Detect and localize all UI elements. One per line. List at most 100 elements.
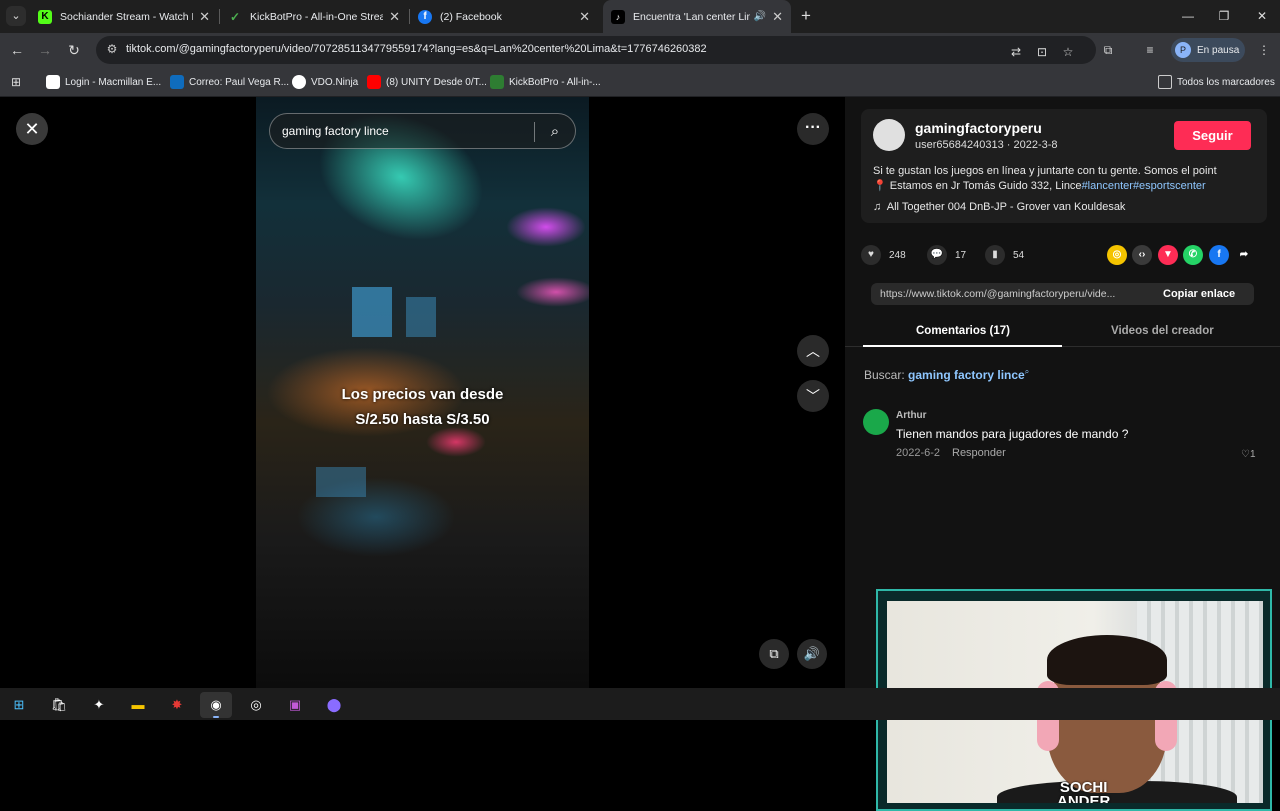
extensions-icon[interactable]: ⧉ xyxy=(1100,42,1116,58)
audio-playing-icon[interactable]: 🔊 xyxy=(754,11,766,22)
music-line[interactable]: ♫ All Together 004 DnB-JP - Grover van K… xyxy=(873,201,1125,213)
url-text[interactable]: tiktok.com/@gamingfactoryperu/video/7072… xyxy=(126,43,707,55)
tab-title: KickBotPro - All-in-One Stream xyxy=(250,10,384,23)
close-video-button[interactable]: ✕ xyxy=(16,113,48,145)
tab-close-icon[interactable]: ✕ xyxy=(199,9,210,25)
tab-close-icon[interactable]: ✕ xyxy=(389,9,400,25)
embed-icon[interactable]: ‹› xyxy=(1132,245,1152,265)
obs-icon[interactable]: ◎ xyxy=(240,692,272,718)
chrome-taskbar-icon[interactable]: ◉ xyxy=(200,692,232,718)
tab-facebook[interactable]: f (2) Facebook ✕ xyxy=(410,0,598,33)
tab-comments[interactable]: Comentarios (17) xyxy=(916,325,1010,337)
minimize-button[interactable]: — xyxy=(1170,0,1206,33)
comment-author[interactable]: Arthur xyxy=(896,410,927,421)
translate-icon[interactable]: ⇄ xyxy=(1008,44,1024,60)
tab-kickbotpro[interactable]: ✓ KickBotPro - All-in-One Stream ✕ xyxy=(220,0,408,33)
logo-line: SOCHI xyxy=(1059,779,1108,796)
post-link[interactable]: https://www.tiktok.com/@gamingfactoryper… xyxy=(880,288,1145,300)
volume-button[interactable]: 🔊 xyxy=(797,639,827,669)
suggestion-query[interactable]: gaming factory lince xyxy=(908,368,1025,382)
browser-chrome: ⌄ K Sochiander Stream - Watch Liv ✕ ✓ Ki… xyxy=(0,0,1280,97)
caption-line: S/2.50 hasta S/3.50 xyxy=(355,411,490,428)
new-tab-button[interactable]: + xyxy=(796,6,816,26)
tab-search-button[interactable]: ⌄ xyxy=(6,6,26,26)
avatar[interactable] xyxy=(863,409,889,435)
hashtag-esportscenter[interactable]: #esportscenter xyxy=(1133,180,1206,192)
site-info-icon[interactable]: ⚙ xyxy=(104,42,120,58)
back-button[interactable]: ← xyxy=(8,41,26,59)
username[interactable]: gamingfactoryperu xyxy=(915,120,1042,136)
windows-start-icon[interactable]: ⊞ xyxy=(3,692,35,718)
music-title: All Together 004 DnB-JP - Grover van Kou… xyxy=(886,201,1126,213)
media-control-icon[interactable]: ≡ xyxy=(1142,42,1158,58)
picture-in-picture-button[interactable]: ⧉ xyxy=(759,639,789,669)
like-count: 248 xyxy=(889,249,906,261)
search-small-icon: ⌕ xyxy=(1024,367,1030,376)
tab-close-icon[interactable]: ✕ xyxy=(579,9,590,25)
bookmark-correo[interactable]: Correo: Paul Vega R... xyxy=(170,74,289,90)
app-icon[interactable]: ✸ xyxy=(161,692,193,718)
search-icon[interactable]: ⌕ xyxy=(544,121,566,143)
tab-tiktok-active[interactable]: ♪ Encuentra 'Lan center Lima 🔊 ✕ xyxy=(603,0,791,33)
whatsapp-icon[interactable]: ✆ xyxy=(1183,245,1203,265)
comment-button[interactable]: 💬 17 xyxy=(927,243,966,267)
bookmarks-bar: ⊞ Login - Macmillan E... Correo: Paul Ve… xyxy=(0,67,1280,97)
caption-line: Los precios van desde xyxy=(341,386,504,403)
bookmark-label: Correo: Paul Vega R... xyxy=(189,76,290,88)
reload-button[interactable]: ↻ xyxy=(65,41,83,59)
post-description: Si te gustan los juegos en línea y junta… xyxy=(873,164,1258,194)
suggestion-prefix: Buscar: xyxy=(864,368,905,382)
kickbotpro-icon xyxy=(490,75,504,89)
install-app-icon[interactable]: ⊡ xyxy=(1034,44,1050,60)
search-input[interactable]: gaming factory lince xyxy=(282,124,389,138)
video-search-bar[interactable]: gaming factory lince ⌕ xyxy=(269,113,576,149)
tab-close-icon[interactable]: ✕ xyxy=(772,9,783,25)
profile-status: En pausa xyxy=(1197,44,1240,56)
copy-link-button[interactable]: Copiar enlace xyxy=(1163,288,1235,300)
app-icon-3[interactable]: ⬤ xyxy=(318,692,350,718)
profile-button[interactable]: P En pausa xyxy=(1171,38,1245,62)
apps-grid-icon[interactable]: ⊞ xyxy=(8,74,24,90)
vdo-ninja-icon xyxy=(292,75,306,89)
previous-video-button[interactable]: ︿ xyxy=(797,335,829,367)
copilot-icon[interactable]: ✦ xyxy=(83,692,115,718)
more-options-button[interactable]: ··· xyxy=(797,113,829,145)
facebook-share-icon[interactable]: f xyxy=(1209,245,1229,265)
forward-button[interactable]: → xyxy=(36,41,54,59)
restore-button[interactable]: ❐ xyxy=(1206,0,1242,33)
bookmark-macmillan[interactable]: Login - Macmillan E... xyxy=(46,74,161,90)
tab-kick[interactable]: K Sochiander Stream - Watch Liv ✕ xyxy=(30,0,218,33)
avatar[interactable] xyxy=(873,119,905,151)
share-arrow-icon[interactable]: ➦ xyxy=(1234,245,1254,265)
bookmark-label: KickBotPro - All-in-... xyxy=(509,76,601,88)
bookmark-unity[interactable]: (8) UNITY Desde 0/T... xyxy=(367,74,487,90)
store-icon[interactable]: 🛍 xyxy=(43,692,75,718)
reply-button[interactable]: Responder xyxy=(952,447,1006,459)
next-video-button[interactable]: ﹀ xyxy=(797,380,829,412)
file-explorer-icon[interactable]: ▬ xyxy=(122,692,154,718)
save-button[interactable]: ▮ 54 xyxy=(985,243,1024,267)
comment-like-button[interactable]: ♡1 xyxy=(1241,449,1256,460)
send-icon[interactable]: ▼ xyxy=(1158,245,1178,265)
kick-favicon-icon: K xyxy=(38,9,52,24)
video-frame xyxy=(352,287,392,337)
facebook-favicon-icon: f xyxy=(418,9,432,24)
logo-line: ANDER xyxy=(1057,793,1111,803)
comment-text: Tienen mandos para jugadores de mando ? xyxy=(896,427,1129,441)
bookmark-kickbotpro[interactable]: KickBotPro - All-in-... xyxy=(490,74,601,90)
app-icon-2[interactable]: ▣ xyxy=(279,692,311,718)
address-bar[interactable]: ⚙ tiktok.com/@gamingfactoryperu/video/70… xyxy=(96,36,1096,64)
chrome-menu-icon[interactable]: ⋮ xyxy=(1256,42,1272,58)
follow-button[interactable]: Seguir xyxy=(1174,121,1251,150)
video-frame xyxy=(406,297,436,337)
like-button[interactable]: ♥ 248 xyxy=(861,243,906,267)
hashtag-lancenter[interactable]: #lancenter xyxy=(1082,180,1133,192)
window-close-button[interactable]: ✕ xyxy=(1244,0,1280,33)
bookmark-star-icon[interactable]: ☆ xyxy=(1060,44,1076,60)
tab-creator-videos[interactable]: Videos del creador xyxy=(1111,325,1214,337)
bookmark-label: Todos los marcadores xyxy=(1177,76,1275,88)
bookmark-vdo-ninja[interactable]: VDO.Ninja xyxy=(292,74,358,90)
all-bookmarks-folder[interactable]: Todos los marcadores xyxy=(1158,74,1275,90)
coin-share-icon[interactable]: ◎ xyxy=(1107,245,1127,265)
search-suggestion[interactable]: Buscar: gaming factory lince⌕ xyxy=(864,367,1029,382)
